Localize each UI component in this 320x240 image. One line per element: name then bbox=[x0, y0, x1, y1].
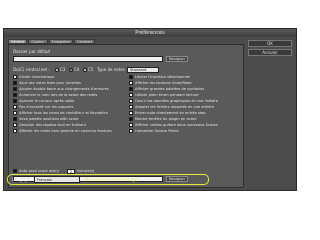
option-label: Afficher tous les noms de contrôleur et … bbox=[19, 111, 109, 115]
option-label: Ouvrir les données graphiques en vue lin… bbox=[135, 99, 219, 103]
checkbox-icon bbox=[129, 105, 133, 109]
default-folder-field[interactable] bbox=[13, 56, 163, 62]
option-label: Pas d'accordé sur les supports bbox=[19, 105, 74, 109]
general-panel: Dossier par défaut Naviguer Do(C) centra… bbox=[8, 44, 244, 188]
option-label: Lâcher l'insertion sélectionnée bbox=[135, 75, 190, 79]
option-left-2[interactable]: Ajouter double barre aux changements d'a… bbox=[13, 87, 109, 92]
checkbox-icon bbox=[13, 129, 17, 133]
option-label: Afficher les boutons Undo/Redo bbox=[135, 81, 192, 85]
radio-c5-label: C5 bbox=[88, 67, 94, 72]
cancel-button[interactable]: Annuler bbox=[248, 49, 292, 56]
checkbox-icon bbox=[13, 117, 17, 121]
option-label: Montre fenêtre du plugin en avant bbox=[135, 117, 197, 121]
option-label: Adapter les fichiers importés en vue ent… bbox=[135, 105, 215, 109]
checkbox-icon bbox=[129, 81, 133, 85]
checkbox-icon bbox=[129, 87, 133, 91]
option-right-7[interactable]: Montre fenêtre du plugin en avant bbox=[129, 117, 197, 122]
option-left-4[interactable]: Avancer le curseur après coller bbox=[13, 99, 75, 104]
radio-c5[interactable]: C5 bbox=[83, 67, 93, 72]
option-right-6[interactable]: Entrer note directement en entrée step bbox=[129, 111, 206, 116]
option-label: Utiliser plein écran pendant lecture bbox=[135, 93, 199, 97]
option-left-5[interactable]: Pas d'accordé sur les supports bbox=[13, 105, 74, 110]
option-right-1[interactable]: Afficher les boutons Undo/Redo bbox=[129, 81, 192, 86]
ok-button[interactable]: OK bbox=[248, 40, 292, 47]
radio-c4-label: C4 bbox=[74, 67, 80, 72]
radio-c3-label: C3 bbox=[60, 67, 66, 72]
option-label: Afficher grandes palettes de symboles bbox=[135, 87, 205, 91]
checkbox-icon bbox=[13, 87, 17, 91]
checkbox-icon bbox=[129, 75, 133, 79]
radio-c3[interactable]: C3 bbox=[55, 67, 65, 72]
option-left-6[interactable]: Afficher tous les noms de contrôleur et … bbox=[13, 111, 108, 116]
option-right-9[interactable]: Humanize Groove Police bbox=[129, 129, 179, 134]
radio-c4-icon bbox=[69, 68, 73, 72]
option-label: Save palette positions with score bbox=[19, 117, 79, 121]
window-title: Préférences bbox=[4, 29, 296, 37]
radio-c5-icon bbox=[83, 68, 87, 72]
option-right-3[interactable]: Utiliser plein écran pendant lecture bbox=[129, 93, 199, 98]
option-left-7[interactable]: Save palette positions with score bbox=[13, 117, 79, 122]
option-label: Humanize Groove Police bbox=[135, 129, 179, 133]
default-folder-label: Dossier par défaut bbox=[13, 49, 51, 54]
option-left-1[interactable]: Saut des notes fixes pour jumelles bbox=[13, 81, 81, 86]
checkbox-icon bbox=[13, 169, 17, 173]
checkbox-icon bbox=[129, 117, 133, 121]
option-label: Entrer note directement en entrée step bbox=[135, 111, 206, 115]
option-right-4[interactable]: Ouvrir les données graphiques en vue lin… bbox=[129, 99, 218, 104]
autosave-label: Auto save score every bbox=[19, 169, 59, 173]
option-left-0[interactable]: Grisée chromatique bbox=[13, 75, 54, 80]
option-left-3[interactable]: Annoncer le nom lors de la saisie des no… bbox=[13, 93, 97, 98]
language-restart-note: (Nécessite le redémarrage) bbox=[84, 177, 139, 182]
checkbox-icon bbox=[13, 81, 17, 85]
preferences-window: Préférences OK Annuler Général Couleur E… bbox=[3, 28, 297, 191]
checkbox-icon bbox=[129, 99, 133, 103]
radio-c4[interactable]: C4 bbox=[69, 67, 79, 72]
option-left-9[interactable]: Afficher les notes hors gamme en couleur… bbox=[13, 129, 112, 134]
option-right-5[interactable]: Adapter les fichiers importés en vue ent… bbox=[129, 105, 214, 110]
option-right-8[interactable]: Afficher cadres guitare dans nouveaux Sc… bbox=[129, 123, 218, 128]
option-right-0[interactable]: Lâcher l'insertion sélectionnée bbox=[129, 75, 190, 80]
option-label: Grisée chromatique bbox=[19, 75, 55, 79]
checkbox-icon bbox=[129, 129, 133, 133]
default-folder-browse-button[interactable]: Naviguer bbox=[166, 56, 188, 62]
option-label: Dessiner des legatos tout en traînant bbox=[19, 123, 86, 127]
checkbox-icon bbox=[13, 123, 17, 127]
option-label: Saut des notes fixes pour jumelles bbox=[19, 81, 81, 85]
option-label: Afficher les notes hors gamme en couleur… bbox=[19, 129, 112, 133]
checkbox-icon bbox=[129, 123, 133, 127]
checkbox-icon bbox=[129, 111, 133, 115]
checkbox-icon bbox=[13, 75, 17, 79]
option-label: Ajouter double barre aux changements d'a… bbox=[19, 87, 109, 91]
checkbox-icon bbox=[13, 99, 17, 103]
language-label: Langage bbox=[12, 177, 30, 182]
language-select[interactable]: Français bbox=[34, 176, 80, 183]
radio-c3-icon bbox=[55, 68, 59, 72]
checkbox-icon bbox=[13, 111, 17, 115]
option-right-2[interactable]: Afficher grandes palettes de symboles bbox=[129, 87, 204, 92]
checkbox-icon bbox=[129, 93, 133, 97]
note-type-select[interactable]: Standard bbox=[127, 67, 159, 73]
option-label: Annoncer le nom lors de la saisie des no… bbox=[19, 93, 98, 97]
option-label: Afficher cadres guitare dans nouveaux Sc… bbox=[135, 123, 218, 127]
checkbox-icon bbox=[13, 105, 17, 109]
option-label: Avancer le curseur après coller bbox=[19, 99, 75, 103]
central-c-label: Do(C) central est : bbox=[13, 67, 50, 72]
option-left-8[interactable]: Dessiner des legatos tout en traînant bbox=[13, 123, 86, 128]
note-type-label: Type de notes bbox=[97, 67, 125, 72]
checkbox-icon bbox=[13, 93, 17, 97]
